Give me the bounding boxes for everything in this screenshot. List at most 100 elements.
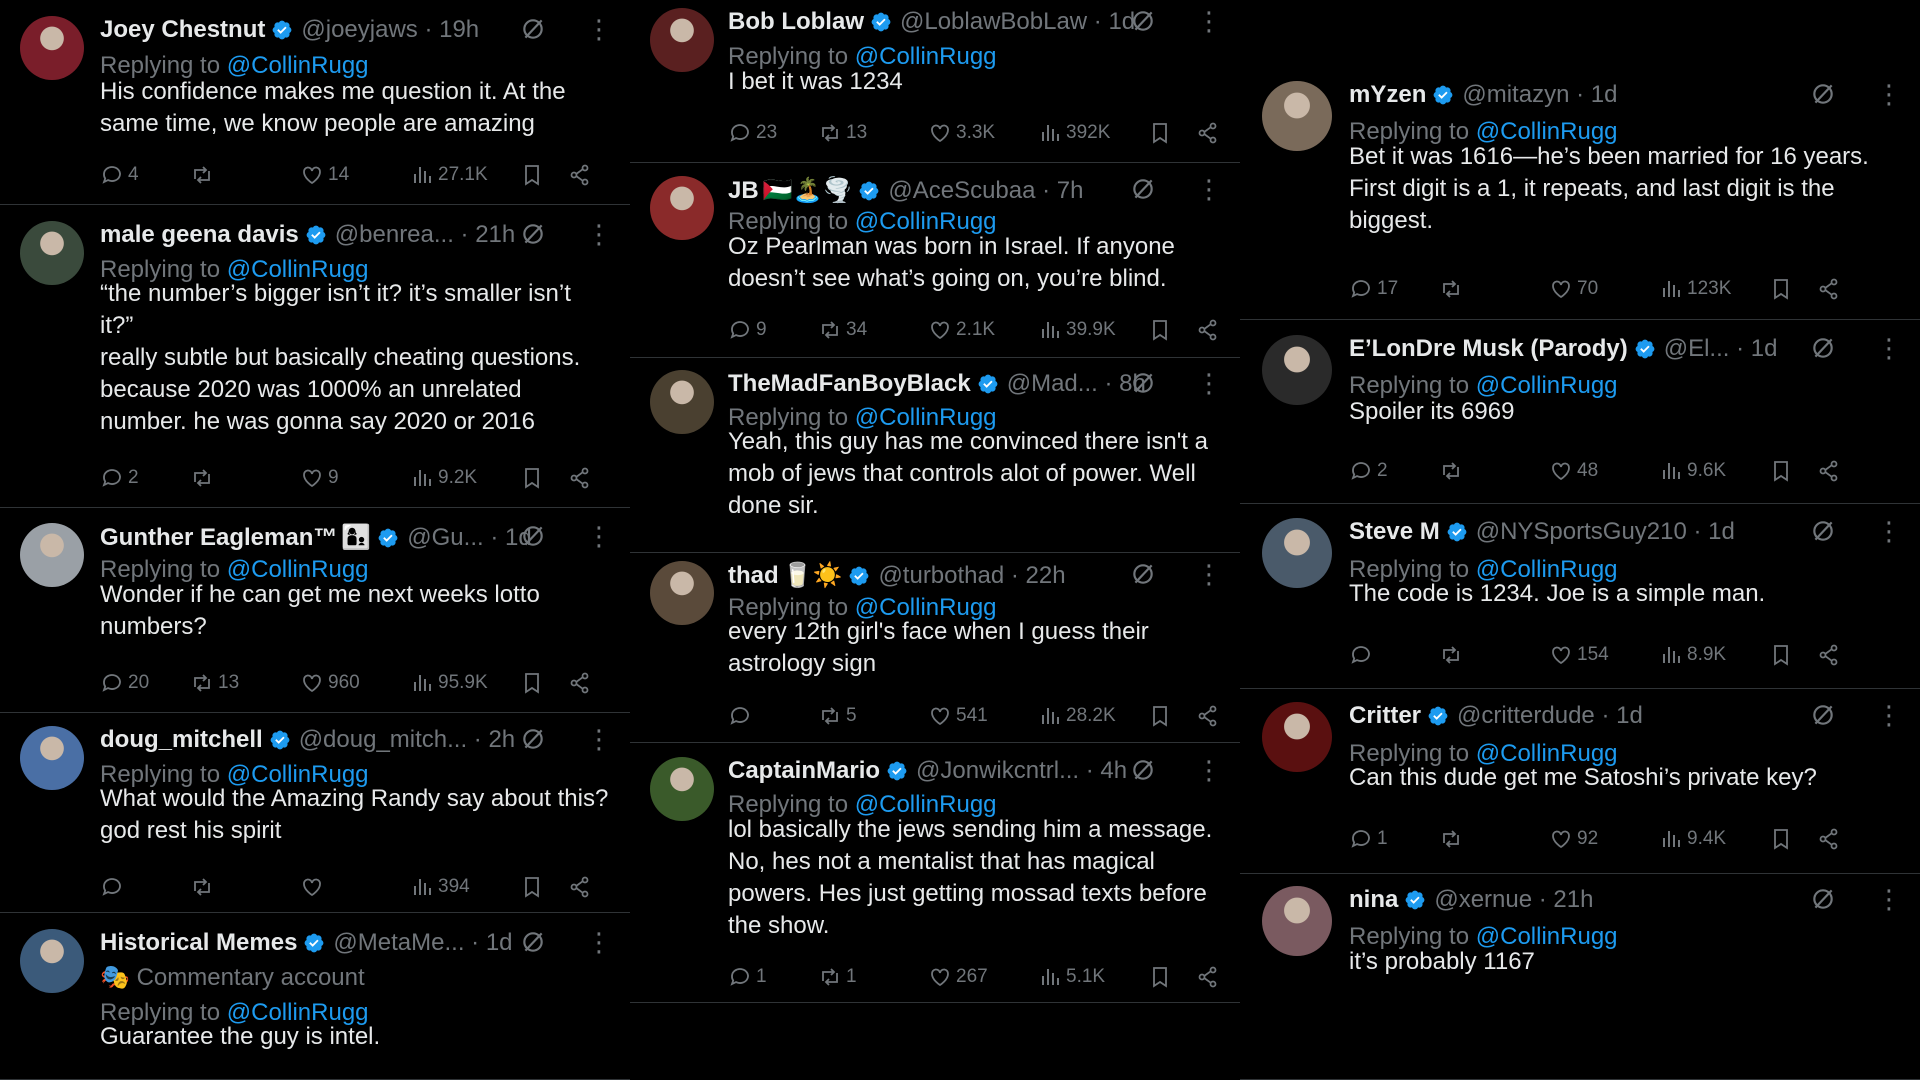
retweet-button[interactable]: 5	[818, 704, 928, 728]
handle-time[interactable]: @MetaMe... · 1d	[333, 929, 512, 957]
grok-icon[interactable]	[520, 726, 546, 752]
avatar[interactable]	[1262, 335, 1332, 405]
bookmark-button[interactable]	[1769, 277, 1817, 301]
reply-button[interactable]: 2	[100, 466, 190, 490]
more-icon[interactable]: ⋮	[1876, 81, 1902, 107]
avatar[interactable]	[20, 221, 84, 285]
handle-time[interactable]: @mitazyn · 1d	[1462, 81, 1617, 109]
like-button[interactable]: 154	[1549, 643, 1659, 667]
reply-button[interactable]	[100, 875, 190, 899]
grok-icon[interactable]	[1810, 518, 1836, 544]
grok-icon[interactable]	[520, 221, 546, 247]
tweet[interactable]: Joey Chestnut @joeyjaws · 19h ⋮ Replying to…	[0, 0, 630, 205]
reply-button[interactable]: 4	[100, 163, 190, 187]
like-button[interactable]: 267	[928, 965, 1038, 989]
like-button[interactable]: 14	[300, 163, 410, 187]
views-button[interactable]: 9.6K	[1659, 459, 1769, 483]
share-button[interactable]	[1817, 277, 1841, 301]
grok-icon[interactable]	[520, 16, 546, 42]
retweet-button[interactable]: 13	[818, 121, 928, 145]
handle-time[interactable]: @xernue · 21h	[1434, 886, 1593, 914]
avatar[interactable]	[650, 8, 714, 72]
retweet-button[interactable]: 1	[818, 965, 928, 989]
like-button[interactable]	[300, 875, 410, 899]
more-icon[interactable]: ⋮	[586, 16, 612, 42]
like-button[interactable]: 3.3K	[928, 121, 1038, 145]
views-button[interactable]: 28.2K	[1038, 704, 1148, 728]
more-icon[interactable]: ⋮	[586, 523, 612, 549]
avatar[interactable]	[1262, 886, 1332, 956]
more-icon[interactable]: ⋮	[1196, 370, 1222, 396]
avatar[interactable]	[650, 757, 714, 821]
more-icon[interactable]: ⋮	[1196, 757, 1222, 783]
grok-icon[interactable]	[1130, 561, 1156, 587]
views-button[interactable]: 9.2K	[410, 466, 520, 490]
reply-button[interactable]: 1	[1349, 827, 1439, 851]
like-button[interactable]: 48	[1549, 459, 1659, 483]
share-button[interactable]	[568, 671, 592, 695]
tweet[interactable]: Gunther Eagleman™ 👩‍👦 @Gu... · 1d ⋮ Replying…	[0, 508, 630, 713]
reply-button[interactable]: 2	[1349, 459, 1439, 483]
reply-button[interactable]	[1349, 643, 1439, 667]
like-button[interactable]: 9	[300, 466, 410, 490]
more-icon[interactable]: ⋮	[586, 221, 612, 247]
more-icon[interactable]: ⋮	[1876, 518, 1902, 544]
share-button[interactable]	[568, 466, 592, 490]
reply-button[interactable]	[728, 704, 818, 728]
avatar[interactable]	[20, 929, 84, 993]
bookmark-button[interactable]	[520, 875, 568, 899]
views-button[interactable]: 9.4K	[1659, 827, 1769, 851]
display-name[interactable]: doug_mitchell	[100, 726, 263, 754]
avatar[interactable]	[650, 370, 714, 434]
grok-icon[interactable]	[1810, 335, 1836, 361]
like-button[interactable]: 541	[928, 704, 1038, 728]
views-button[interactable]: 392K	[1038, 121, 1148, 145]
like-button[interactable]: 960	[300, 671, 410, 695]
display-name[interactable]: Historical Memes	[100, 929, 297, 957]
display-name[interactable]: Critter	[1349, 702, 1421, 730]
bookmark-button[interactable]	[1769, 459, 1817, 483]
handle-time[interactable]: @Jonwikcntrl... · 4h	[916, 757, 1127, 785]
grok-icon[interactable]	[1130, 370, 1156, 396]
more-icon[interactable]: ⋮	[1196, 8, 1222, 34]
views-button[interactable]: 95.9K	[410, 671, 520, 695]
handle-time[interactable]: @doug_mitch... · 2h	[299, 726, 515, 754]
reply-button[interactable]: 1	[728, 965, 818, 989]
display-name[interactable]: E’LonDre Musk (Parody)	[1349, 335, 1628, 363]
retweet-button[interactable]	[1439, 459, 1549, 483]
more-icon[interactable]: ⋮	[1876, 702, 1902, 728]
display-name[interactable]: Gunther Eagleman™	[100, 524, 337, 552]
handle-time[interactable]: @benrea... · 21h	[335, 221, 515, 249]
retweet-button[interactable]	[190, 875, 300, 899]
share-button[interactable]	[1196, 121, 1220, 145]
display-name[interactable]: Joey Chestnut	[100, 16, 265, 44]
retweet-button[interactable]: 13	[190, 671, 300, 695]
more-icon[interactable]: ⋮	[1876, 886, 1902, 912]
grok-icon[interactable]	[1130, 757, 1156, 783]
retweet-button[interactable]	[1439, 643, 1549, 667]
grok-icon[interactable]	[1130, 8, 1156, 34]
tweet[interactable]: E’LonDre Musk (Parody) @El... · 1d ⋮ Replyi…	[1240, 320, 1920, 504]
display-name[interactable]: mYzen	[1349, 81, 1426, 109]
share-button[interactable]	[568, 163, 592, 187]
bookmark-button[interactable]	[1769, 827, 1817, 851]
bookmark-button[interactable]	[1148, 318, 1196, 342]
handle-time[interactable]: @joeyjaws · 19h	[301, 16, 479, 44]
reply-button[interactable]: 17	[1349, 277, 1439, 301]
more-icon[interactable]: ⋮	[586, 726, 612, 752]
grok-icon[interactable]	[520, 929, 546, 955]
handle-time[interactable]: @LoblawBobLaw · 1d	[900, 8, 1135, 36]
mention-link[interactable]: @CollinRugg	[227, 52, 369, 79]
bookmark-button[interactable]	[1148, 704, 1196, 728]
reply-button[interactable]: 23	[728, 121, 818, 145]
mention-link[interactable]: @CollinRugg	[1476, 372, 1618, 399]
share-button[interactable]	[568, 875, 592, 899]
display-name[interactable]: JB	[728, 177, 759, 205]
views-button[interactable]: 5.1K	[1038, 965, 1148, 989]
display-name[interactable]: Bob Loblaw	[728, 8, 864, 36]
tweet[interactable]: Steve M @NYSportsGuy210 · 1d ⋮ Replying to …	[1240, 504, 1920, 689]
handle-time[interactable]: @Gu... · 1d	[407, 524, 531, 552]
retweet-button[interactable]	[1439, 277, 1549, 301]
bookmark-button[interactable]	[1148, 121, 1196, 145]
more-icon[interactable]: ⋮	[1196, 561, 1222, 587]
